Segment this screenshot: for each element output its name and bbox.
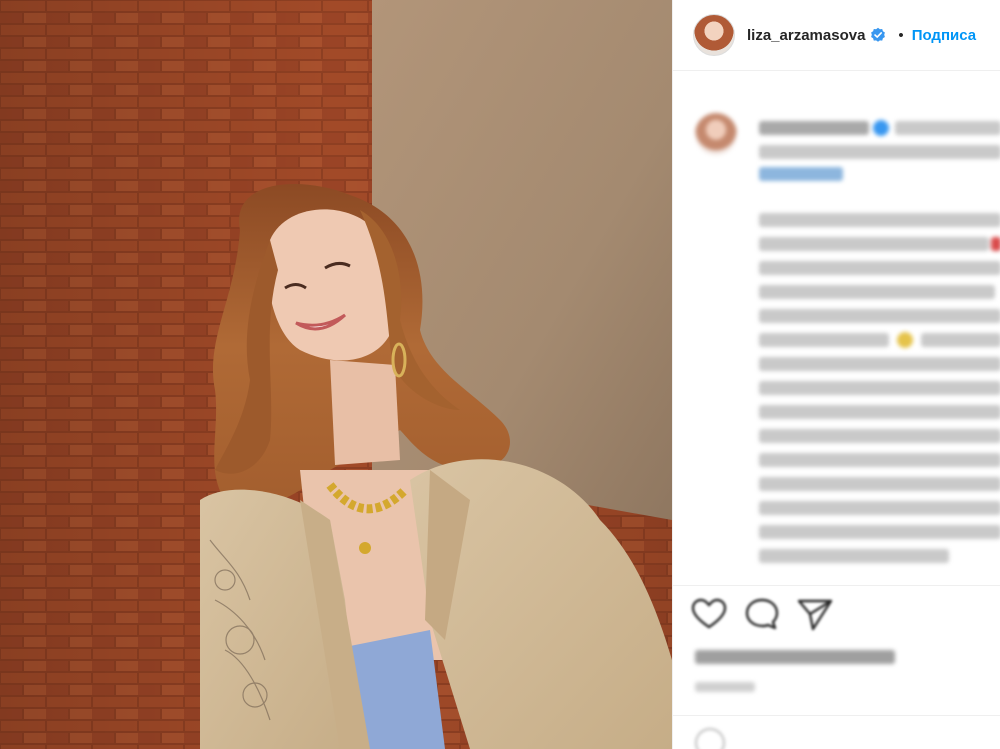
comment-icon[interactable] [745, 598, 779, 630]
caption-line [759, 501, 1000, 515]
heart-icon[interactable] [691, 598, 727, 629]
follow-button[interactable]: Подписа [912, 27, 976, 44]
post-date-blurred[interactable] [695, 682, 755, 692]
verified-badge-icon [871, 27, 886, 42]
author-username[interactable]: liza_arzamasova [747, 27, 865, 44]
photo-image [0, 0, 672, 749]
comment-divider [673, 715, 1000, 716]
caption-verified-blur [873, 120, 889, 136]
post-side-panel: liza_arzamasova • Подписа [672, 0, 1000, 749]
caption-line [759, 381, 1000, 395]
post-header: liza_arzamasova • Подписа [673, 0, 1000, 71]
share-icon[interactable] [797, 599, 833, 631]
caption-username-blur [759, 121, 869, 135]
post-caption-blurred [673, 95, 1000, 585]
caption-line [759, 525, 1000, 539]
header-separator: • [898, 26, 904, 44]
caption-line [759, 405, 1000, 419]
likes-count-blurred[interactable] [695, 650, 895, 664]
post-actions [691, 596, 991, 636]
caption-line [759, 357, 1000, 371]
actions-divider [673, 585, 1000, 586]
author-avatar[interactable] [693, 14, 735, 56]
caption-line [759, 237, 989, 251]
emoji-icon[interactable] [695, 728, 725, 749]
caption-hashtag-blur [759, 167, 843, 181]
caption-line [759, 333, 889, 347]
caption-author-avatar [695, 113, 737, 155]
caption-line [759, 261, 1000, 275]
caption-line [759, 477, 1000, 491]
caption-line [759, 309, 1000, 323]
caption-line [759, 549, 949, 563]
caption-line [921, 333, 1000, 347]
caption-line [759, 145, 1000, 159]
caption-emoji-blur [897, 332, 913, 348]
caption-line [759, 213, 1000, 227]
caption-line [895, 121, 1000, 135]
caption-line [759, 285, 995, 299]
post-photo[interactable] [0, 0, 672, 749]
caption-line [759, 453, 1000, 467]
caption-emoji-blur [991, 237, 1000, 251]
caption-line [759, 429, 1000, 443]
